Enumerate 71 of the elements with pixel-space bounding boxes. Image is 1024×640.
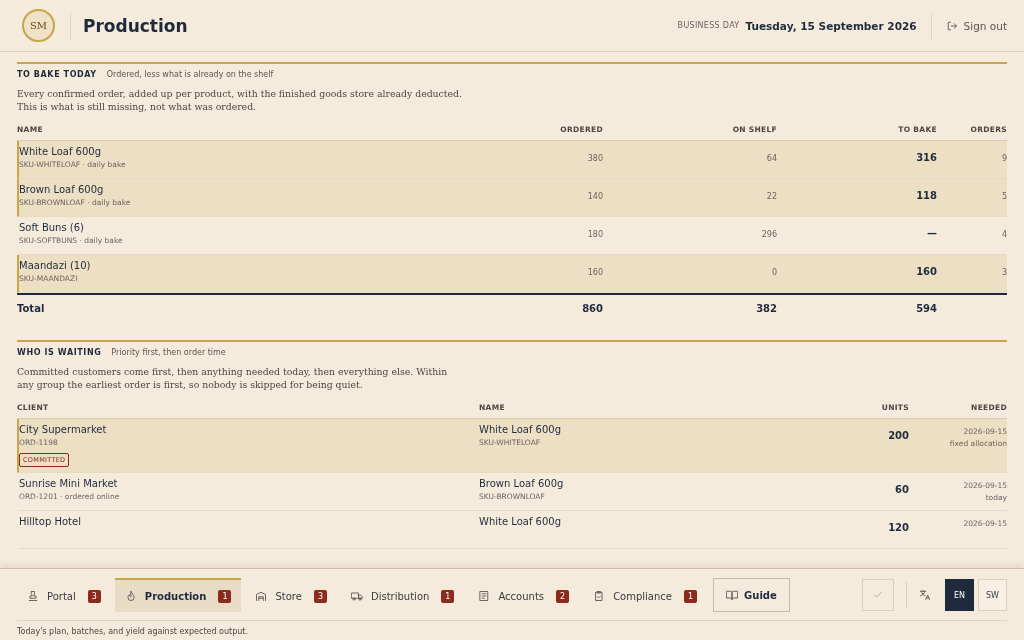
- page-title: Production: [83, 15, 189, 36]
- product-name: White Loaf 600g: [479, 516, 563, 527]
- sign-out-button[interactable]: Sign out: [945, 19, 1007, 32]
- product-name: White Loaf 600g: [479, 424, 563, 435]
- table-cell: 118: [916, 190, 937, 201]
- clipboard-icon: [593, 590, 606, 602]
- section-description: Committed customers come first, then anything needed today, then everything else. Within any group the earliest order is first, so nobody is skipped for being quiet.: [17, 365, 449, 391]
- table-cell: 9: [1001, 154, 1007, 163]
- total-cell: 382: [603, 293, 777, 322]
- warehouse-icon: [255, 590, 268, 602]
- nav-tab[interactable]: Store 3: [245, 578, 337, 612]
- table-cell: 60: [895, 484, 909, 495]
- section-subtitle: Ordered, less what is already on the shelf: [106, 70, 274, 79]
- product-name: Soft Buns (6): [19, 222, 85, 233]
- nav-tab[interactable]: Distribution 1: [341, 578, 465, 612]
- check-icon: [872, 589, 884, 601]
- section-title: WHO IS WAITING: [17, 348, 102, 357]
- section-subtitle: Priority first, then order time: [111, 348, 226, 357]
- client-name: Hilltop Hotel: [19, 516, 82, 527]
- count-badge: 1: [684, 589, 698, 603]
- table-cell: 4: [1001, 230, 1007, 239]
- logo: SM: [22, 9, 55, 42]
- total-cell: 594: [777, 293, 937, 322]
- document-icon: [478, 590, 491, 602]
- table-cell: 0: [771, 268, 777, 277]
- count-badge: 3: [313, 589, 327, 603]
- client-name: Sunrise Mini Market: [19, 478, 119, 489]
- business-day-label: BUSINESS DAY: [677, 21, 740, 30]
- business-day: Tuesday, 15 September 2026: [745, 19, 917, 32]
- nav-tab[interactable]: Compliance 1: [583, 578, 708, 612]
- stamp-icon: [27, 590, 39, 602]
- client-name: City Supermarket: [19, 424, 108, 435]
- book-icon: [726, 589, 739, 601]
- confirm-button[interactable]: [862, 579, 894, 611]
- table-cell: 22: [766, 192, 777, 201]
- table-cell: 5: [1001, 192, 1007, 201]
- section-description: Every confirmed order, added up per product, with the finished goods store already deducted. This is what is still missing, not what was ordered.: [17, 87, 462, 113]
- table-cell: 3: [1001, 268, 1007, 277]
- table-cell: 200: [888, 430, 909, 441]
- product-name: Brown Loaf 600g: [19, 184, 105, 195]
- count-badge: 1: [441, 589, 455, 603]
- table-cell: 380: [587, 154, 603, 163]
- section-title: TO BAKE TODAY: [17, 70, 97, 79]
- table-cell: 160: [916, 266, 937, 277]
- table-cell: 316: [916, 152, 937, 163]
- total-cell: 860: [433, 293, 603, 322]
- guide-button[interactable]: Guide: [713, 578, 790, 612]
- nav-tab[interactable]: Production 1: [114, 578, 242, 612]
- count-badge: 1: [218, 589, 232, 603]
- truck-icon: [351, 590, 363, 602]
- sign-out-icon: [945, 19, 958, 32]
- table-cell: 296: [761, 230, 777, 239]
- table-cell: 180: [587, 230, 603, 239]
- product-name: White Loaf 600g: [19, 146, 103, 157]
- product-name: Maandazi (10): [19, 260, 92, 271]
- page-hint: Today's plan, batches, and yield against expected output.: [17, 620, 1007, 636]
- translate-icon: [919, 589, 931, 601]
- language-button[interactable]: SW: [978, 579, 1007, 611]
- product-name: Brown Loaf 600g: [479, 478, 565, 489]
- language-button[interactable]: EN: [945, 579, 974, 611]
- flame-icon: [124, 590, 137, 602]
- nav-tab[interactable]: Portal 3: [17, 578, 111, 612]
- table-cell: 64: [766, 154, 777, 163]
- nav-tab[interactable]: Accounts 2: [468, 578, 580, 612]
- table-cell: 120: [888, 522, 909, 533]
- total-label: Total: [17, 293, 433, 322]
- table-cell: 160: [587, 268, 603, 277]
- count-badge: 3: [87, 589, 101, 603]
- count-badge: 2: [556, 589, 570, 603]
- table-cell: —: [927, 228, 937, 239]
- table-cell: 140: [587, 192, 603, 201]
